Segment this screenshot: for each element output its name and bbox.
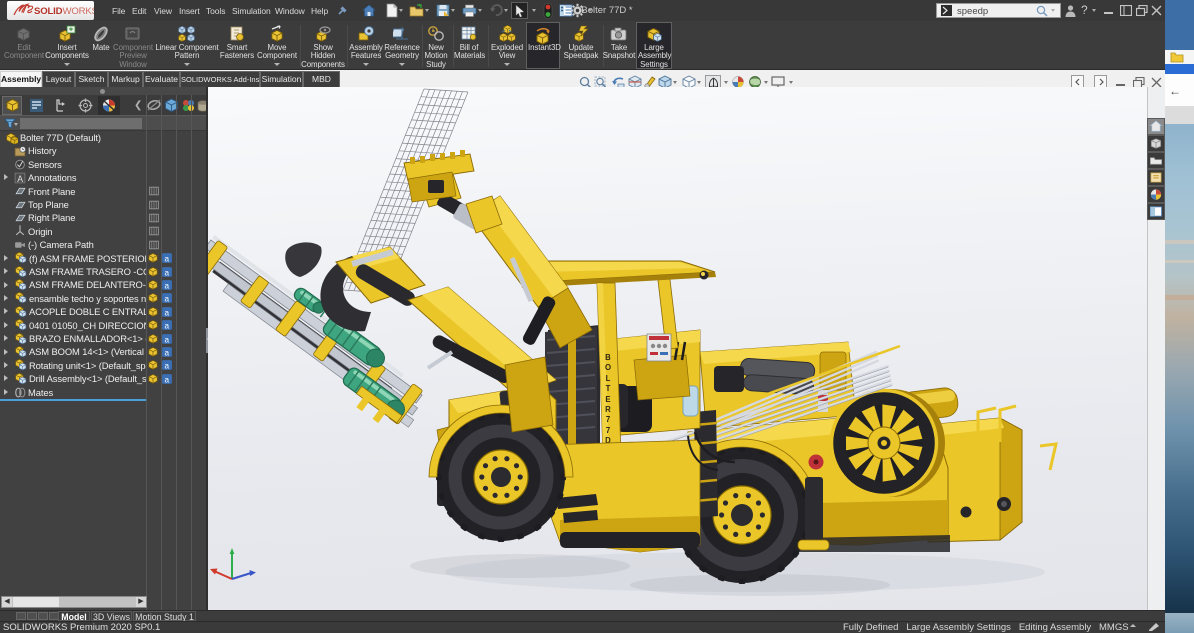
svg-text:L: L: [606, 374, 611, 383]
svg-text:B: B: [605, 353, 611, 362]
svg-text:R: R: [605, 405, 611, 414]
svg-text:E: E: [605, 395, 610, 404]
svg-text:7: 7: [606, 426, 610, 435]
svg-text:T: T: [606, 384, 611, 393]
svg-text:O: O: [605, 363, 611, 372]
svg-text:7: 7: [606, 415, 610, 424]
